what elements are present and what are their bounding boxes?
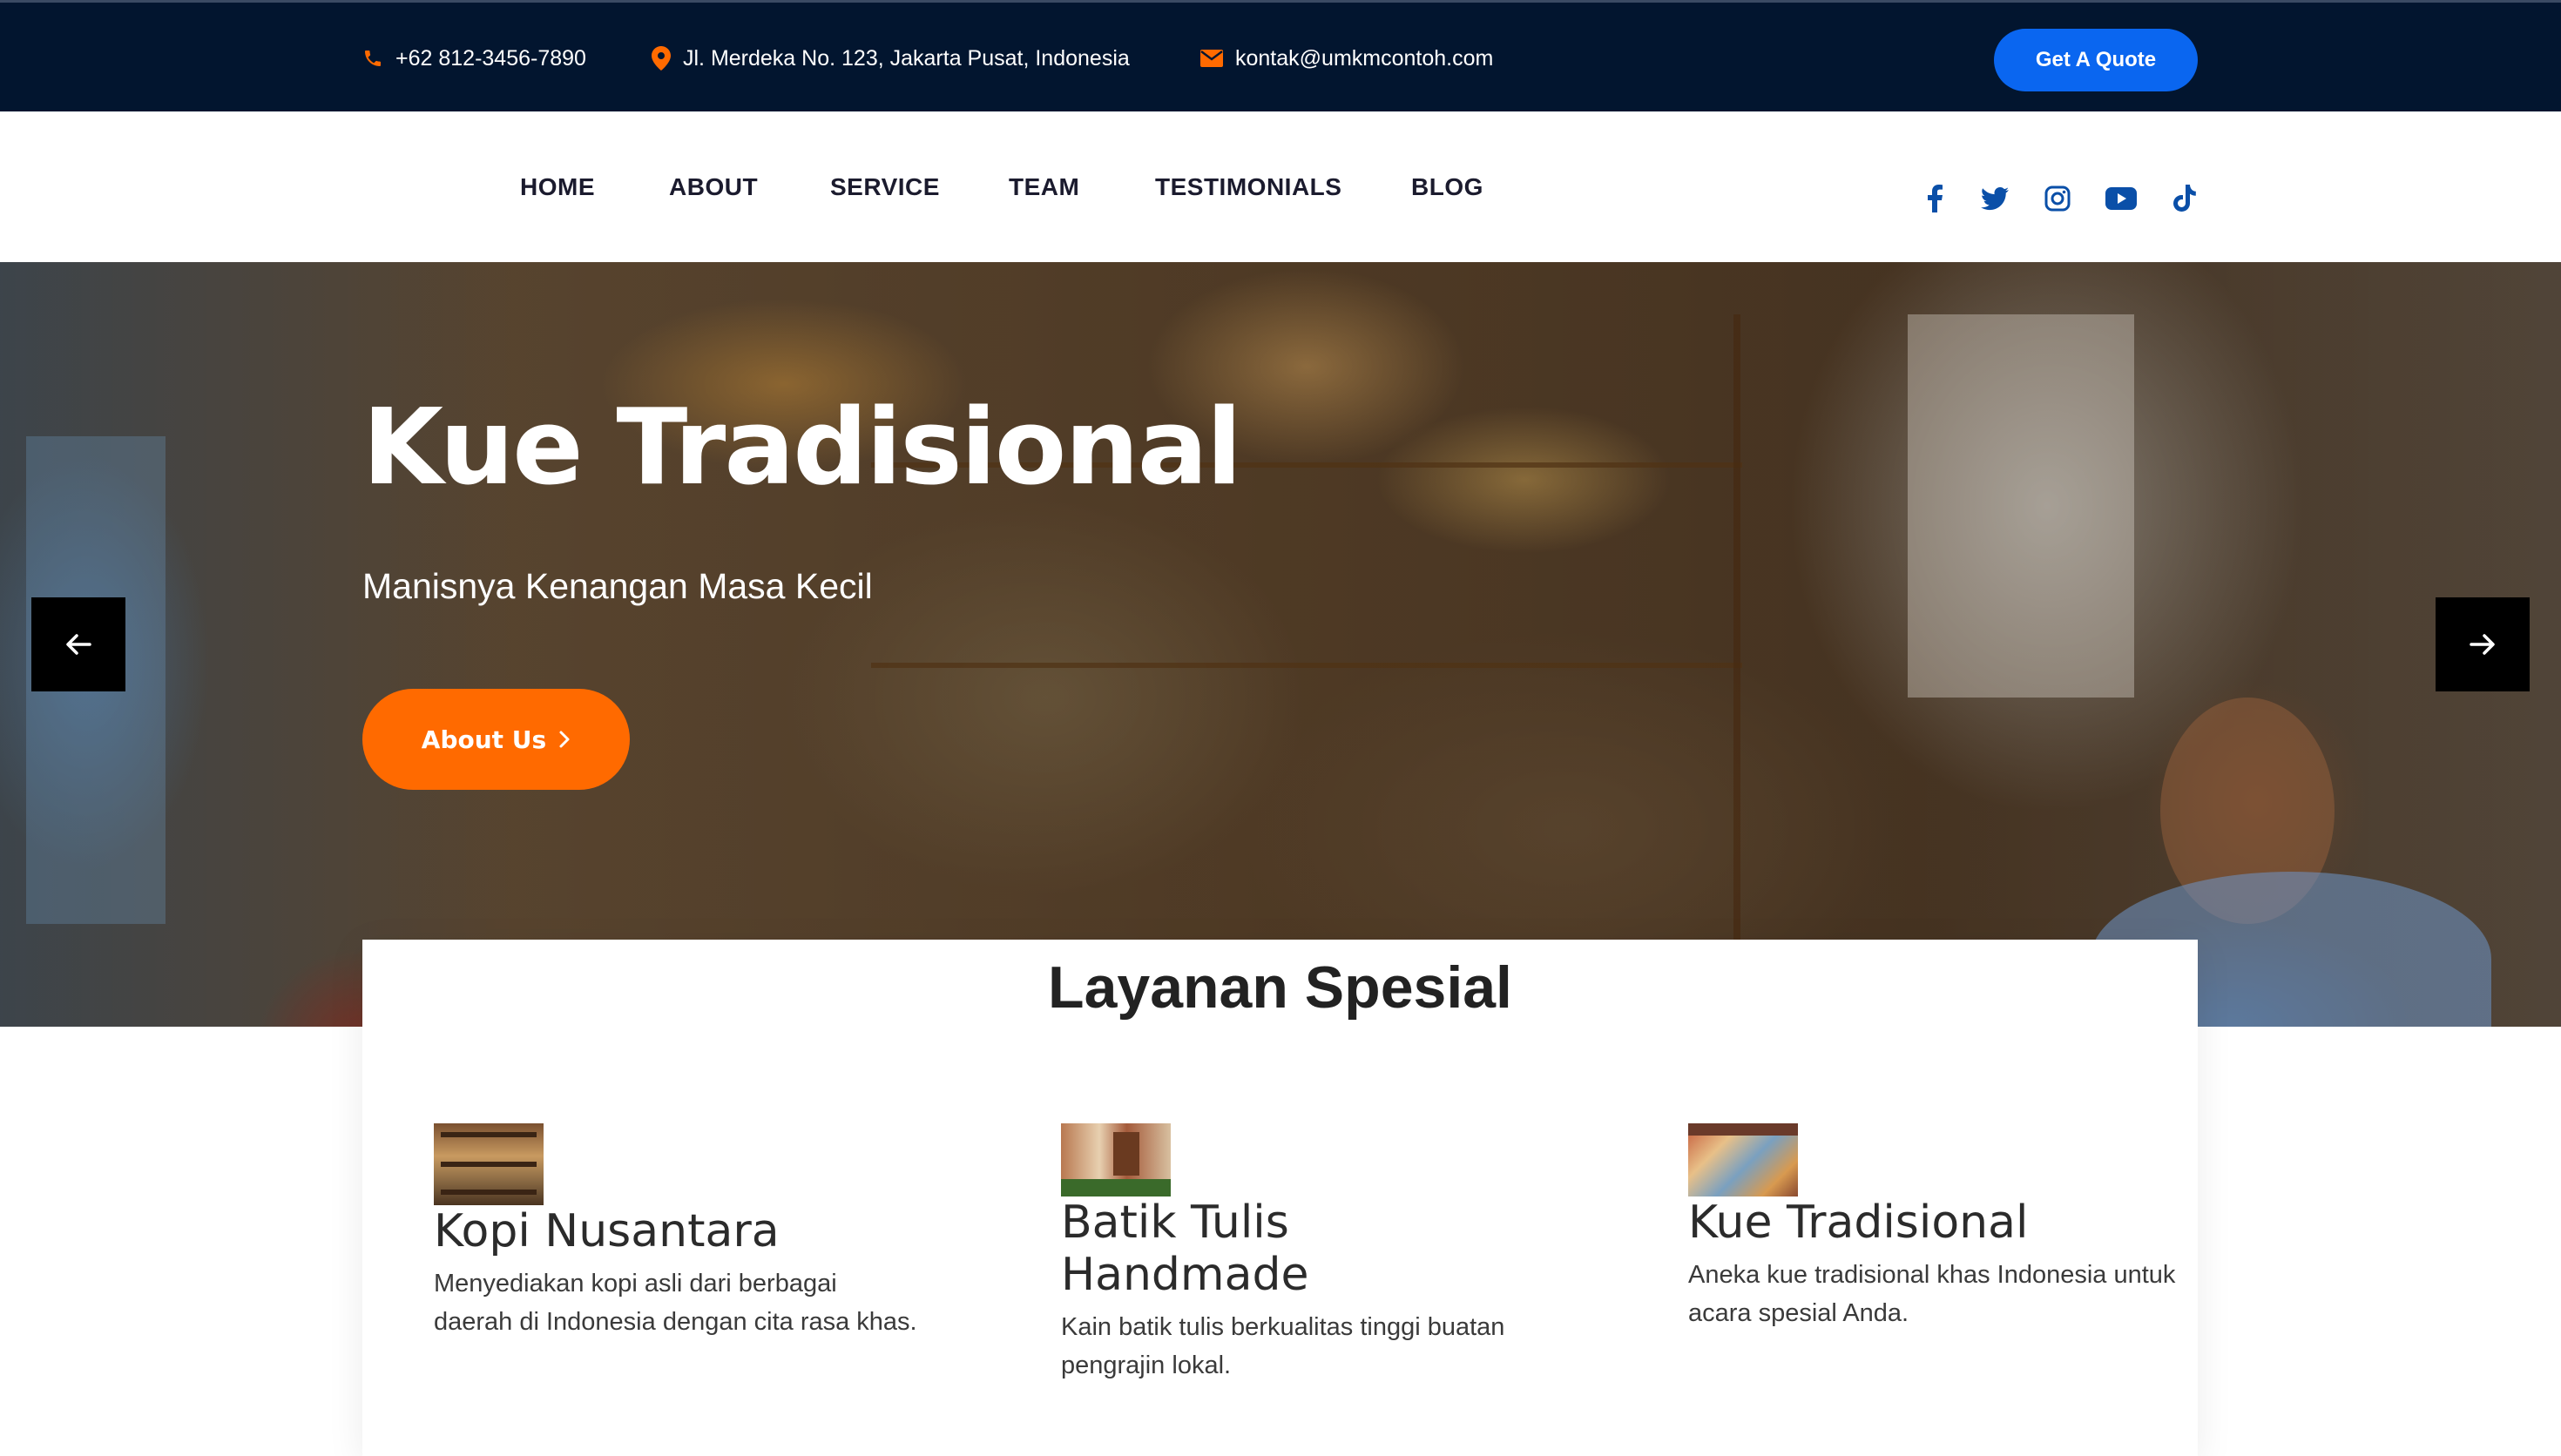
about-us-label: About Us: [421, 725, 547, 754]
slider-next-button[interactable]: [2436, 597, 2530, 691]
about-us-button[interactable]: About Us: [362, 689, 630, 790]
twitter-icon[interactable]: [1979, 183, 2010, 214]
hero-title: Kue Tradisional: [362, 388, 1242, 509]
address-info: Jl. Merdeka No. 123, Jakarta Pusat, Indo…: [652, 3, 1130, 114]
service-title-kue: Kue Tradisional: [1688, 1196, 2029, 1249]
services-title: Layanan Spesial: [1048, 954, 1512, 1021]
phone-info[interactable]: +62 812-3456-7890: [362, 3, 586, 114]
service-title-kopi: Kopi Nusantara: [434, 1205, 780, 1257]
envelope-icon: [1200, 50, 1223, 67]
service-title-batik: Batik Tulis Handmade: [1061, 1196, 1309, 1301]
services-section: Layanan Spesial Kopi Nusantara Menyediak…: [362, 940, 2198, 1456]
nav-service[interactable]: SERVICE: [830, 111, 940, 262]
service-desc-kue: Aneka kue tradisional khas Indonesia unt…: [1688, 1261, 2176, 1327]
youtube-icon[interactable]: [2105, 183, 2137, 214]
service-desc-batik: Kain batik tulis berkualitas tinggi buat…: [1061, 1313, 1505, 1379]
address-text: Jl. Merdeka No. 123, Jakarta Pusat, Indo…: [683, 45, 1130, 71]
nav-team[interactable]: TEAM: [1009, 111, 1079, 262]
hero-slider: [0, 262, 2561, 1027]
slider-prev-button[interactable]: [31, 597, 125, 691]
instagram-icon[interactable]: [2042, 183, 2073, 214]
nav-testimonials[interactable]: TESTIMONIALS: [1155, 111, 1341, 262]
hero-background-image: [0, 262, 2561, 1027]
nav-about[interactable]: ABOUT: [669, 111, 758, 262]
email-info[interactable]: kontak@umkmcontoh.com: [1200, 3, 1493, 114]
service-thumbnail-kopi: [434, 1123, 544, 1205]
tiktok-icon[interactable]: [2169, 183, 2200, 214]
phone-text: +62 812-3456-7890: [395, 45, 586, 71]
service-desc-kopi: Menyediakan kopi asli dari berbagai daer…: [434, 1270, 917, 1336]
facebook-icon[interactable]: [1919, 183, 1950, 214]
chevron-right-icon: [559, 731, 570, 748]
service-card-batik[interactable]: Batik Tulis Handmade Kain batik tulis be…: [1061, 1123, 1549, 1385]
nav-blog[interactable]: BLOG: [1411, 111, 1483, 262]
map-pin-icon: [652, 46, 671, 71]
service-thumbnail-kue: [1688, 1123, 1798, 1196]
nav-home[interactable]: HOME: [520, 111, 595, 262]
get-a-quote-button[interactable]: Get A Quote: [1994, 29, 2198, 91]
top-info-bar: +62 812-3456-7890 Jl. Merdeka No. 123, J…: [0, 0, 2561, 111]
service-thumbnail-batik: [1061, 1123, 1171, 1196]
arrow-right-icon: [2470, 634, 2495, 655]
phone-icon: [365, 51, 381, 66]
hero-subtitle: Manisnya Kenangan Masa Kecil: [362, 566, 873, 606]
arrow-left-icon: [66, 634, 91, 655]
service-card-kopi[interactable]: Kopi Nusantara Menyediakan kopi asli dar…: [434, 1123, 922, 1341]
email-text: kontak@umkmcontoh.com: [1235, 45, 1494, 71]
service-card-kue[interactable]: Kue Tradisional Aneka kue tradisional kh…: [1688, 1123, 2176, 1332]
